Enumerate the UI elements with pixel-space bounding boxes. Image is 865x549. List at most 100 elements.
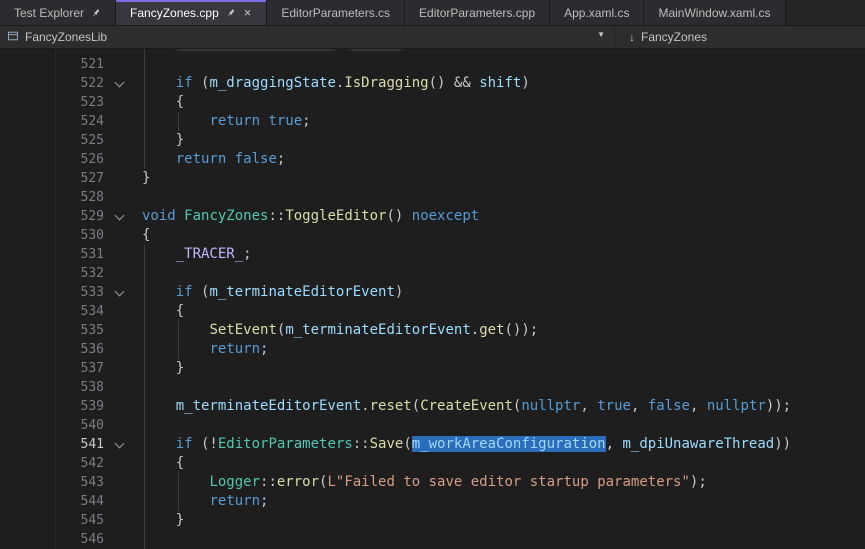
code-text[interactable]: SetEvent(m_terminateEditorEvent.get());	[142, 321, 538, 340]
code-text[interactable]: Logger::error(L"Failed to save editor st…	[142, 473, 707, 492]
code-line[interactable]: 528	[0, 188, 865, 207]
code-text[interactable]: }	[142, 131, 184, 150]
code-line[interactable]: 533 if (m_terminateEditorEvent)	[0, 283, 865, 302]
code-line[interactable]: 536 return;	[0, 340, 865, 359]
breakpoint-margin[interactable]	[0, 112, 55, 131]
code-line[interactable]: 535 SetEvent(m_terminateEditorEvent.get(…	[0, 321, 865, 340]
code-line[interactable]: 530 {	[0, 226, 865, 245]
code-line[interactable]: 546	[0, 530, 865, 549]
code-line[interactable]: 527}	[0, 169, 865, 188]
breakpoint-margin[interactable]	[0, 55, 55, 74]
code-line[interactable]: 521	[0, 55, 865, 74]
code-line[interactable]: 526 return false;	[0, 150, 865, 169]
breakpoint-margin[interactable]	[0, 93, 55, 112]
code-line[interactable]: 524 return true;	[0, 112, 865, 131]
line-number: 535	[55, 321, 104, 340]
breakpoint-margin[interactable]	[0, 359, 55, 378]
breakpoint-margin[interactable]	[0, 378, 55, 397]
code-text[interactable]: if (m_draggingState.IsDragging() && shif…	[142, 74, 530, 93]
code-text[interactable]: }	[142, 169, 150, 188]
code-line[interactable]: 537 }	[0, 359, 865, 378]
code-line[interactable]: 523 {	[0, 93, 865, 112]
code-line[interactable]: 542 {	[0, 454, 865, 473]
pin-icon[interactable]	[91, 8, 101, 18]
breakpoint-margin[interactable]	[0, 188, 55, 207]
breakpoint-margin[interactable]	[0, 454, 55, 473]
breakpoint-margin[interactable]	[0, 207, 55, 226]
fold-chevron-icon[interactable]	[115, 78, 125, 88]
tab-editorparameters-cpp[interactable]: EditorParameters.cpp	[405, 0, 550, 25]
code-text[interactable]: return;	[142, 492, 268, 511]
code-text[interactable]: {	[142, 226, 150, 245]
chevron-down-icon[interactable]: ▼	[597, 30, 605, 39]
code-text[interactable]: }	[142, 511, 184, 530]
breakpoint-margin[interactable]	[0, 321, 55, 340]
fold-margin	[104, 169, 142, 188]
code-token: noexcept	[412, 208, 479, 224]
code-text[interactable]: }	[142, 359, 184, 378]
fold-chevron-icon[interactable]	[115, 439, 125, 449]
code-line[interactable]: 543 Logger::error(L"Failed to save edito…	[0, 473, 865, 492]
code-text[interactable]: void FancyZones::ToggleEditor() noexcept	[142, 207, 479, 226]
code-line[interactable]: 539 m_terminateEditorEvent.reset(CreateE…	[0, 397, 865, 416]
code-line[interactable]: 529void FancyZones::ToggleEditor() noexc…	[0, 207, 865, 226]
breakpoint-margin[interactable]	[0, 264, 55, 283]
line-number: 530	[55, 226, 104, 245]
tab-test-explorer[interactable]: Test Explorer	[0, 0, 116, 25]
breakpoint-margin[interactable]	[0, 226, 55, 245]
code-editor[interactable]: 520 521522 if (m_draggingState.IsDraggin…	[0, 49, 865, 549]
code-text[interactable]: return false;	[142, 150, 285, 169]
project-dropdown[interactable]: FancyZonesLib ▼	[0, 26, 615, 48]
breakpoint-margin[interactable]	[0, 340, 55, 359]
breakpoint-margin[interactable]	[0, 150, 55, 169]
fold-chevron-icon[interactable]	[115, 287, 125, 297]
tab-editorparameters-cs[interactable]: EditorParameters.cs	[267, 0, 405, 25]
code-text[interactable]: return;	[142, 340, 268, 359]
code-line[interactable]: 540	[0, 416, 865, 435]
breakpoint-margin[interactable]	[0, 302, 55, 321]
fold-margin	[104, 378, 142, 397]
fold-margin	[104, 207, 142, 226]
code-line[interactable]: 534 {	[0, 302, 865, 321]
code-line[interactable]: 538	[0, 378, 865, 397]
breakpoint-margin[interactable]	[0, 511, 55, 530]
breakpoint-margin[interactable]	[0, 131, 55, 150]
code-line[interactable]: 532	[0, 264, 865, 283]
tab-mainwindow-xaml-cs[interactable]: MainWindow.xaml.cs	[644, 0, 785, 25]
breakpoint-margin[interactable]	[0, 169, 55, 188]
code-text[interactable]: {	[142, 93, 184, 112]
breakpoint-margin[interactable]	[0, 245, 55, 264]
tab-app-xaml-cs[interactable]: App.xaml.cs	[550, 0, 644, 25]
close-icon[interactable]: ×	[243, 6, 253, 19]
breakpoint-margin[interactable]	[0, 416, 55, 435]
code-text[interactable]	[142, 49, 416, 55]
breakpoint-margin[interactable]	[0, 492, 55, 511]
code-token	[176, 208, 184, 224]
tab-fancyzones-cpp[interactable]: FancyZones.cpp×	[116, 0, 267, 25]
code-text[interactable]: if (!EditorParameters::Save(m_workAreaCo…	[142, 435, 791, 454]
pin-icon[interactable]	[226, 8, 236, 18]
breakpoint-margin[interactable]	[0, 530, 55, 549]
breakpoint-margin[interactable]	[0, 283, 55, 302]
code-line[interactable]: 525 }	[0, 131, 865, 150]
breakpoint-margin[interactable]	[0, 397, 55, 416]
fold-chevron-icon[interactable]	[115, 211, 125, 221]
code-text[interactable]: return true;	[142, 112, 311, 131]
code-text[interactable]: {	[142, 454, 184, 473]
breakpoint-margin[interactable]	[0, 473, 55, 492]
code-token: true	[597, 398, 631, 414]
breakpoint-margin[interactable]	[0, 435, 55, 454]
fold-margin	[104, 473, 142, 492]
code-line[interactable]: 531 _TRACER_;	[0, 245, 865, 264]
code-text[interactable]: if (m_terminateEditorEvent)	[142, 283, 403, 302]
breakpoint-margin[interactable]	[0, 74, 55, 93]
code-text[interactable]: _TRACER_;	[142, 245, 252, 264]
scope-dropdown[interactable]: ↓ FancyZones	[615, 26, 865, 48]
code-line[interactable]: 544 return;	[0, 492, 865, 511]
code-line[interactable]: 545 }	[0, 511, 865, 530]
code-text[interactable]: m_terminateEditorEvent.reset(CreateEvent…	[142, 397, 791, 416]
code-line[interactable]: 522 if (m_draggingState.IsDragging() && …	[0, 74, 865, 93]
fold-margin	[104, 397, 142, 416]
code-text[interactable]: {	[142, 302, 184, 321]
code-line[interactable]: 541 if (!EditorParameters::Save(m_workAr…	[0, 435, 865, 454]
